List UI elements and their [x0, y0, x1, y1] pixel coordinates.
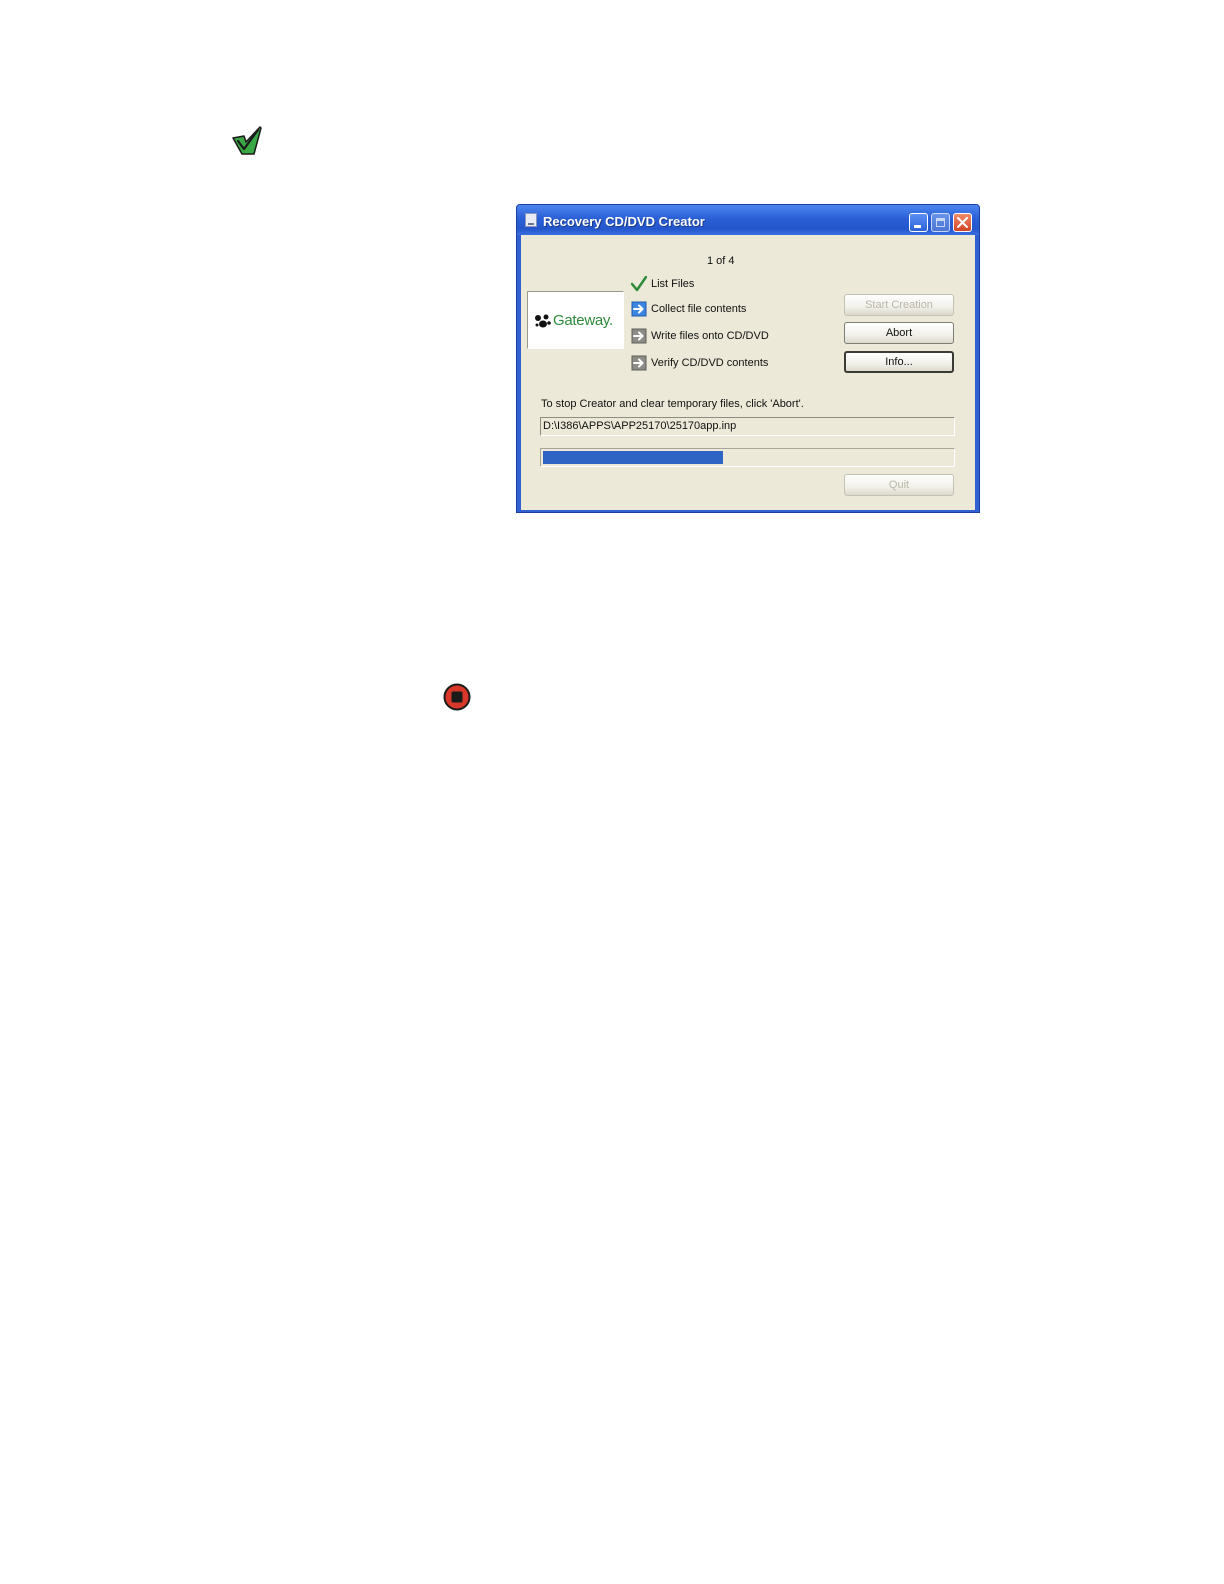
- checkmark-icon: [631, 276, 647, 292]
- close-button[interactable]: [953, 213, 972, 232]
- step-label: Write files onto CD/DVD: [651, 330, 769, 342]
- gateway-logo: Gateway.: [527, 291, 624, 349]
- recovery-creator-window: Recovery CD/DVD Creator 1 of 4 Gateway.: [516, 204, 980, 513]
- abort-button[interactable]: Abort: [844, 322, 954, 344]
- stop-caution-icon: [443, 683, 471, 711]
- step-label: Verify CD/DVD contents: [651, 357, 769, 369]
- step-label: List Files: [651, 278, 695, 290]
- progress-bar: [540, 448, 955, 467]
- quit-button: Quit: [844, 474, 954, 496]
- step-label: Collect file contents: [651, 303, 747, 315]
- cow-spots-logo-icon: [535, 314, 551, 328]
- arrow-right-icon: [631, 328, 647, 344]
- title-bar[interactable]: Recovery CD/DVD Creator: [517, 205, 979, 235]
- start-creation-button: Start Creation: [844, 294, 954, 316]
- minimize-button[interactable]: [909, 213, 928, 232]
- arrow-right-icon: [631, 355, 647, 371]
- app-icon: [525, 213, 537, 227]
- status-text: To stop Creator and clear temporary file…: [541, 398, 804, 410]
- arrow-right-icon: [631, 301, 647, 317]
- info-button[interactable]: Info...: [844, 351, 954, 373]
- logo-text: Gateway.: [553, 312, 613, 329]
- dialog-body: 1 of 4 Gateway. List Files Collect file: [521, 235, 975, 510]
- close-icon: [957, 217, 968, 228]
- maximize-button: [931, 213, 950, 232]
- checkmark-note-icon: [230, 124, 264, 158]
- step-counter: 1 of 4: [707, 255, 735, 267]
- progress-bar-fill: [543, 451, 723, 464]
- current-file-path: D:\I386\APPS\APP25170\25170app.inp: [540, 417, 955, 436]
- window-title: Recovery CD/DVD Creator: [543, 214, 705, 229]
